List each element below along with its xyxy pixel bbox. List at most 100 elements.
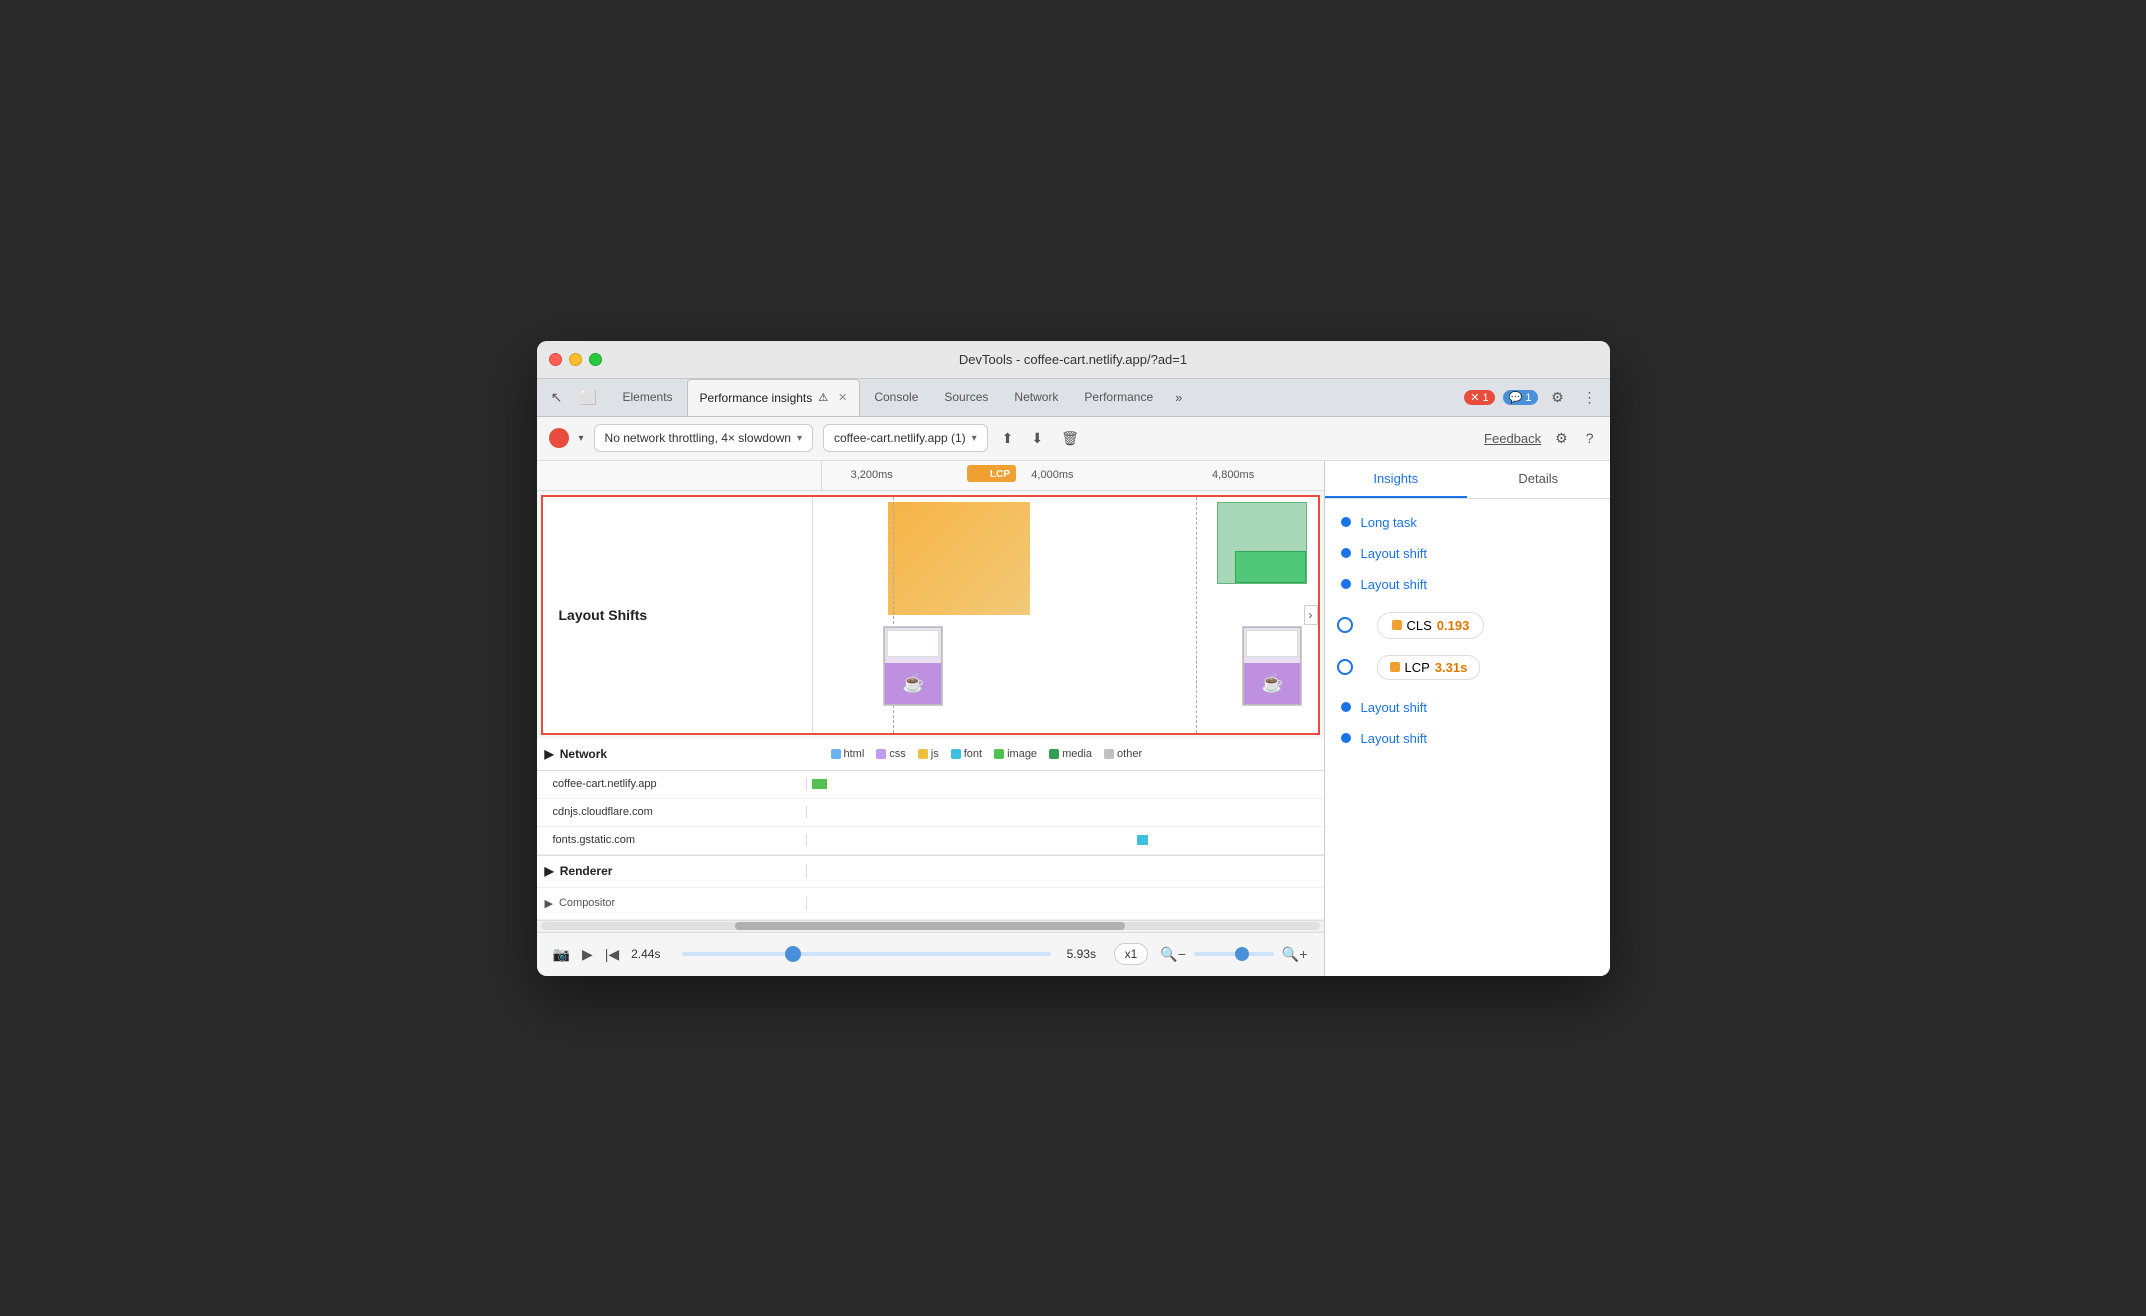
renderer-row: ▶ Renderer xyxy=(537,856,1324,888)
legend-other-dot xyxy=(1104,749,1114,759)
tab-sources[interactable]: Sources xyxy=(932,379,1000,416)
network-row-bar-2 xyxy=(807,799,1324,826)
record-button[interactable] xyxy=(549,428,569,448)
network-row-bar-3 xyxy=(807,827,1324,854)
scroll-indicator[interactable]: › xyxy=(1304,605,1318,625)
more-tabs-button[interactable]: » xyxy=(1167,379,1190,416)
tab-insights[interactable]: Insights xyxy=(1325,461,1468,498)
network-header: ▶ Network html css xyxy=(537,739,1324,771)
maximize-button[interactable] xyxy=(589,353,602,366)
time-end: 5.93s xyxy=(1067,947,1102,961)
devtools-window: DevTools - coffee-cart.netlify.app/?ad=1… xyxy=(537,341,1610,976)
time-mark-1: 3,200ms xyxy=(851,469,893,481)
shift-teal-inner xyxy=(1235,551,1306,583)
horizontal-scrollbar[interactable] xyxy=(537,920,1324,932)
right-panel: Insights Details Long task Layout shift xyxy=(1325,461,1610,976)
scrollbar-track[interactable] xyxy=(541,922,1320,930)
tab-performance-label: Performance xyxy=(1084,390,1153,404)
tab-details[interactable]: Details xyxy=(1467,461,1610,498)
network-row-1: coffee-cart.netlify.app xyxy=(537,771,1324,799)
lcp-value: 3.31s xyxy=(1435,660,1468,675)
page-select[interactable]: coffee-cart.netlify.app (1) ▾ xyxy=(823,424,988,452)
thumbnail-2: ☕ xyxy=(1242,626,1302,706)
insights-list: Long task Layout shift Layout shift xyxy=(1325,499,1610,762)
insight-layout-shift-4[interactable]: Layout shift xyxy=(1325,723,1610,754)
speed-badge[interactable]: x1 xyxy=(1114,943,1149,965)
insight-layout-shift-3[interactable]: Layout shift xyxy=(1325,692,1610,723)
tab-close-icon[interactable]: ✕ xyxy=(838,391,847,404)
error-badge: ✕ 1 xyxy=(1464,390,1494,405)
zoom-in-icon[interactable]: 🔍+ xyxy=(1282,946,1308,963)
time-start: 2.44s xyxy=(631,947,666,961)
legend-media: media xyxy=(1049,748,1092,760)
legend-html: html xyxy=(831,748,865,760)
help-icon[interactable]: ? xyxy=(1582,426,1598,450)
settings2-icon[interactable]: ⚙ xyxy=(1551,426,1572,451)
device-icon[interactable]: ⬜ xyxy=(577,385,601,409)
network-row-label-1: coffee-cart.netlify.app xyxy=(537,778,807,790)
settings-icon[interactable]: ⚙ xyxy=(1546,385,1570,409)
insight-layout-shift-1[interactable]: Layout shift xyxy=(1325,538,1610,569)
network-row-label-3: fonts.gstatic.com xyxy=(537,834,807,846)
skip-icon[interactable]: |◀ xyxy=(605,946,619,963)
timeline-col-spacer xyxy=(537,461,822,490)
network-expand-icon[interactable]: ▶ xyxy=(545,747,554,761)
main-area: 3,200ms 4,000ms 4,800ms LCP Layout Shift… xyxy=(537,461,1610,976)
delete-icon[interactable]: 🗑 xyxy=(1057,426,1083,451)
insight-link-ls1[interactable]: Layout shift xyxy=(1361,546,1428,561)
minimize-button[interactable] xyxy=(569,353,582,366)
insight-dot-4 xyxy=(1341,702,1351,712)
insight-dot-3 xyxy=(1341,579,1351,589)
legend-image: image xyxy=(994,748,1037,760)
more-options-icon[interactable]: ⋮ xyxy=(1578,385,1602,409)
legend-js-dot xyxy=(918,749,928,759)
legend-html-dot xyxy=(831,749,841,759)
network-title: ▶ Network xyxy=(545,747,815,761)
bar-teal-3 xyxy=(1137,835,1147,845)
insight-link-ls4[interactable]: Layout shift xyxy=(1361,731,1428,746)
throttling-select[interactable]: No network throttling, 4× slowdown ▾ xyxy=(594,424,813,452)
lcp-label: LCP xyxy=(1405,660,1430,675)
compositor-expand-icon[interactable]: ▶ xyxy=(545,897,553,910)
tab-elements-label: Elements xyxy=(623,390,673,404)
insight-dot-5 xyxy=(1341,733,1351,743)
network-row-label-2: cdnjs.cloudflare.com xyxy=(537,806,807,818)
feedback-link[interactable]: Feedback xyxy=(1484,431,1541,446)
insight-link-long-task[interactable]: Long task xyxy=(1361,515,1417,530)
zoom-thumb[interactable] xyxy=(1235,947,1249,961)
tab-performance-insights[interactable]: Performance insights ⚠ ✕ xyxy=(687,379,861,416)
insight-long-task[interactable]: Long task xyxy=(1325,507,1610,538)
download-icon[interactable]: ⬇ xyxy=(1027,426,1047,451)
tab-network[interactable]: Network xyxy=(1002,379,1070,416)
tab-elements[interactable]: Elements xyxy=(611,379,685,416)
tab-perf-label: Performance insights xyxy=(700,391,813,405)
timeline-marks: 3,200ms 4,000ms 4,800ms LCP xyxy=(822,461,1324,490)
pointer-icon[interactable]: ↖ xyxy=(545,385,569,409)
renderer-section: ▶ Renderer ▶ Compositor xyxy=(537,855,1324,920)
insight-link-ls3[interactable]: Layout shift xyxy=(1361,700,1428,715)
insight-layout-shift-2[interactable]: Layout shift xyxy=(1325,569,1610,600)
time-mark-2: 4,000ms xyxy=(1031,469,1073,481)
tab-performance[interactable]: Performance xyxy=(1072,379,1165,416)
warning-icon: ⚠ xyxy=(818,391,828,404)
thumbnail-1: ☕ xyxy=(883,626,943,706)
zoom-out-icon[interactable]: 🔍− xyxy=(1160,946,1186,963)
timeline-thumb[interactable] xyxy=(785,946,801,962)
network-legend: html css js font xyxy=(831,748,1143,760)
timeline-slider[interactable] xyxy=(682,952,1050,956)
renderer-expand-icon[interactable]: ▶ xyxy=(545,864,554,878)
insight-link-ls2[interactable]: Layout shift xyxy=(1361,577,1428,592)
upload-icon[interactable]: ⬆ xyxy=(998,426,1018,451)
insight-dot-1 xyxy=(1341,517,1351,527)
scrollbar-thumb[interactable] xyxy=(735,922,1125,930)
legend-font-dot xyxy=(951,749,961,759)
play-icon[interactable]: ▶ xyxy=(582,946,593,963)
layout-shifts-label: Layout Shifts xyxy=(543,497,813,733)
title-bar: DevTools - coffee-cart.netlify.app/?ad=1 xyxy=(537,341,1610,379)
tab-console[interactable]: Console xyxy=(862,379,930,416)
screenshot-icon[interactable]: 📷 xyxy=(553,946,570,963)
close-button[interactable] xyxy=(549,353,562,366)
zoom-slider[interactable] xyxy=(1194,952,1274,956)
throttling-label: No network throttling, 4× slowdown xyxy=(605,431,791,445)
record-dropdown[interactable]: ▾ xyxy=(579,433,584,444)
